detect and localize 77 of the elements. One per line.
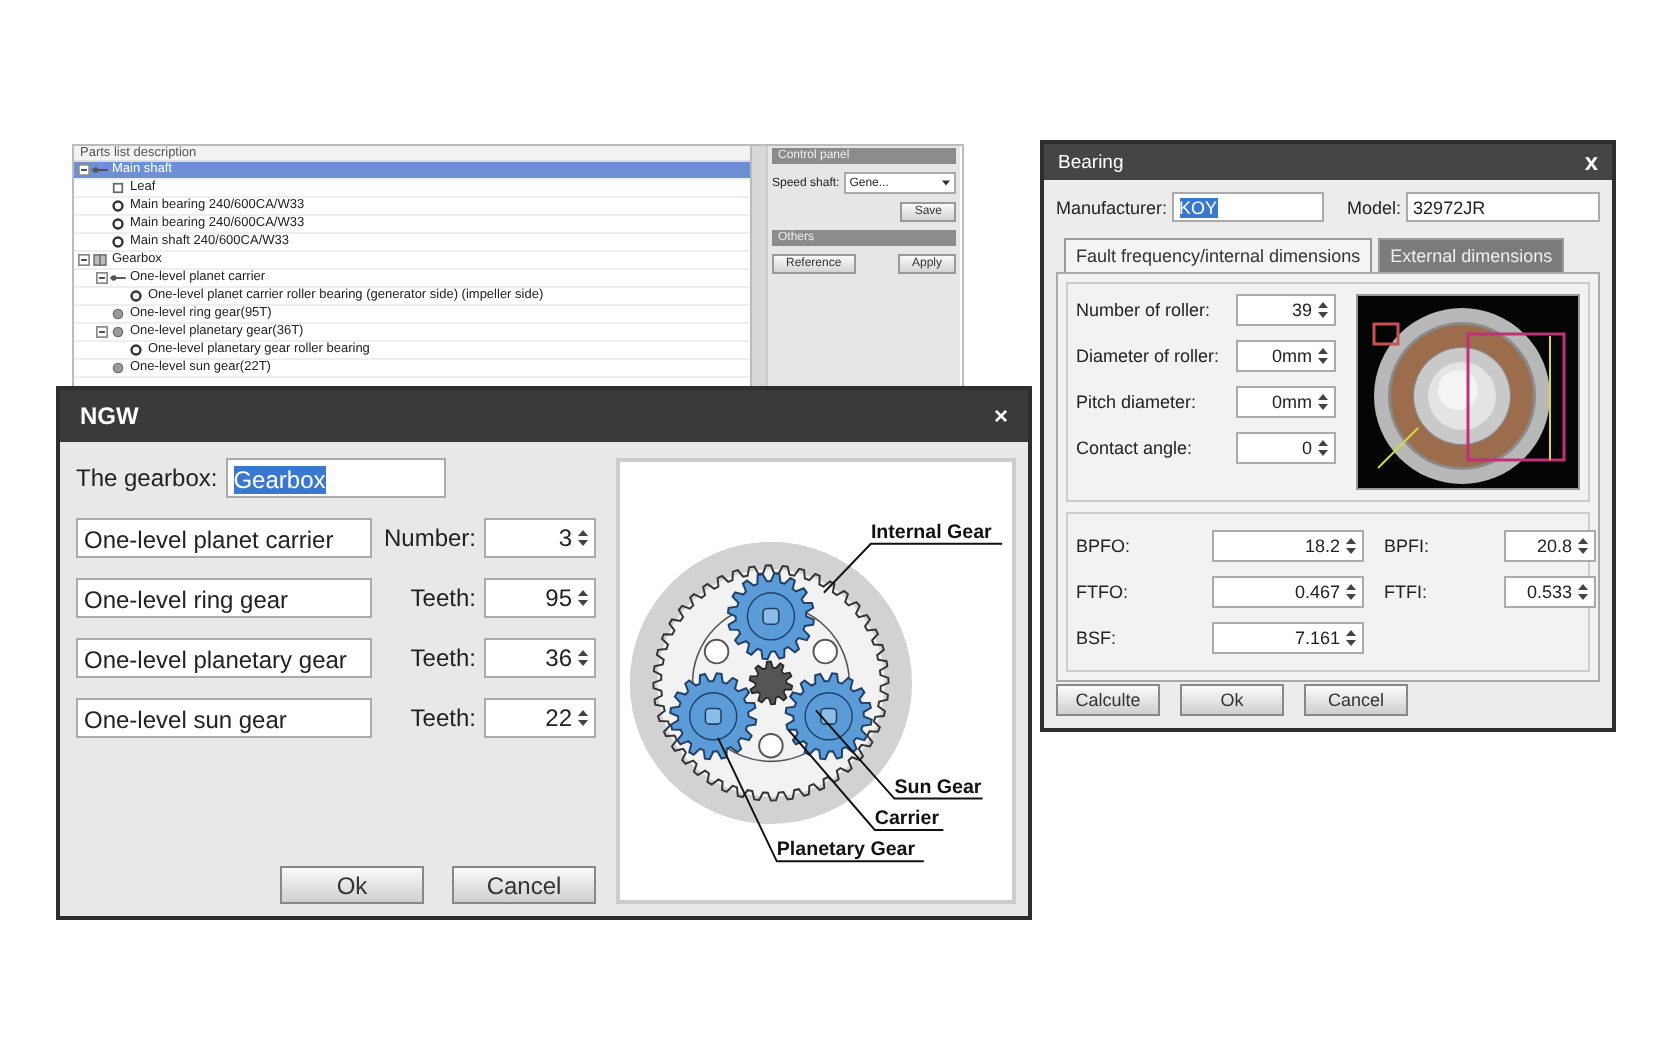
spinner-icon[interactable] — [1346, 628, 1356, 648]
spinner-icon[interactable] — [1578, 582, 1588, 602]
spin-field[interactable]: 36 — [484, 638, 596, 678]
ring-icon — [128, 290, 144, 302]
field-label: BPFO: — [1076, 536, 1133, 556]
name-field[interactable]: One-level planet carrier — [76, 518, 372, 558]
close-button[interactable]: x — [1584, 148, 1598, 176]
spin-field[interactable]: 0mm — [1236, 386, 1336, 418]
tab[interactable]: External dimensions — [1378, 238, 1565, 272]
spinner-icon[interactable] — [1318, 346, 1328, 366]
square-icon — [110, 182, 126, 194]
spin-field[interactable]: 39 — [1236, 294, 1336, 326]
dialog-button[interactable]: Ok — [1180, 684, 1284, 716]
scrollbar[interactable] — [750, 146, 766, 386]
spinner-icon[interactable] — [1318, 300, 1328, 320]
spin-field[interactable]: 0.467 — [1212, 576, 1364, 608]
spinner-icon[interactable] — [578, 708, 588, 728]
name-field[interactable]: One-level ring gear — [76, 578, 372, 618]
expander-icon[interactable] — [96, 272, 108, 284]
ring-icon — [128, 344, 144, 356]
spinner-icon[interactable] — [1346, 536, 1356, 556]
gearbox-icon — [92, 254, 108, 266]
spinner-icon[interactable] — [578, 528, 588, 548]
expander-icon[interactable] — [78, 254, 90, 266]
spin-field[interactable]: 95 — [484, 578, 596, 618]
spinner-icon[interactable] — [1318, 392, 1328, 412]
dialog-button[interactable]: Calculte — [1056, 684, 1160, 716]
field-label: Manufacturer: — [1056, 197, 1168, 217]
name-field[interactable]: One-level sun gear — [76, 698, 372, 738]
spin-field[interactable]: 0mm — [1236, 340, 1336, 372]
model-field[interactable]: 32972JR — [1405, 192, 1600, 222]
window-title: Bearing — [1058, 151, 1124, 173]
field-label: FTFI: — [1382, 582, 1429, 602]
diagram-label: Carrier — [874, 808, 940, 831]
expander-icon[interactable] — [96, 326, 108, 338]
field-label: Number of roller: — [1076, 300, 1213, 320]
field-label: The gearbox: — [76, 464, 218, 492]
diagram-label: Planetary Gear — [776, 839, 916, 862]
spin-field[interactable]: 0.533 — [1504, 576, 1596, 608]
caret-icon — [942, 180, 950, 186]
spinner-icon[interactable] — [1346, 582, 1356, 602]
gear-icon — [110, 362, 126, 374]
spinner-icon[interactable] — [1318, 438, 1328, 458]
field-label: Number: — [381, 524, 478, 552]
dialog-button[interactable]: Cancel — [452, 866, 596, 904]
diagram-label: Internal Gear — [870, 521, 992, 544]
manufacturer-field[interactable]: KOY — [1171, 192, 1324, 222]
field-label: Diameter of roller: — [1076, 346, 1222, 366]
field-label: FTFO: — [1076, 582, 1130, 602]
field-label: Model: — [1347, 197, 1402, 217]
dialog-button[interactable]: Ok — [280, 866, 424, 904]
field-label: Contact angle: — [1076, 438, 1195, 458]
tab[interactable]: Fault frequency/internal dimensions — [1064, 238, 1373, 272]
field-label: Teeth: — [408, 644, 478, 672]
close-button[interactable]: × — [993, 402, 1008, 430]
field-label: Teeth: — [408, 584, 478, 612]
name-field[interactable]: One-level planetary gear — [76, 638, 372, 678]
spinner-icon[interactable] — [578, 648, 588, 668]
expander-icon[interactable] — [78, 164, 90, 176]
spin-field[interactable]: 22 — [484, 698, 596, 738]
spinner-icon[interactable] — [1578, 536, 1588, 556]
field-label: BSF: — [1076, 628, 1119, 648]
shaft-icon — [110, 272, 126, 284]
dialog-button[interactable]: Cancel — [1304, 684, 1408, 716]
field-label: Teeth: — [408, 704, 478, 732]
field-label: BPFI: — [1382, 536, 1432, 556]
shaft-icon — [92, 164, 108, 176]
spin-field[interactable]: 20.8 — [1504, 530, 1596, 562]
window-title: NGW — [80, 402, 139, 430]
spin-field[interactable]: 7.161 — [1212, 622, 1364, 654]
spin-field[interactable]: 0 — [1236, 432, 1336, 464]
diagram-label: Sun Gear — [894, 776, 982, 799]
field-label: Pitch diameter: — [1076, 392, 1199, 412]
spinner-icon[interactable] — [578, 588, 588, 608]
spin-field[interactable]: 18.2 — [1212, 530, 1364, 562]
gearbox-field[interactable]: Gearbox — [225, 458, 446, 498]
spin-field[interactable]: 3 — [484, 518, 596, 558]
